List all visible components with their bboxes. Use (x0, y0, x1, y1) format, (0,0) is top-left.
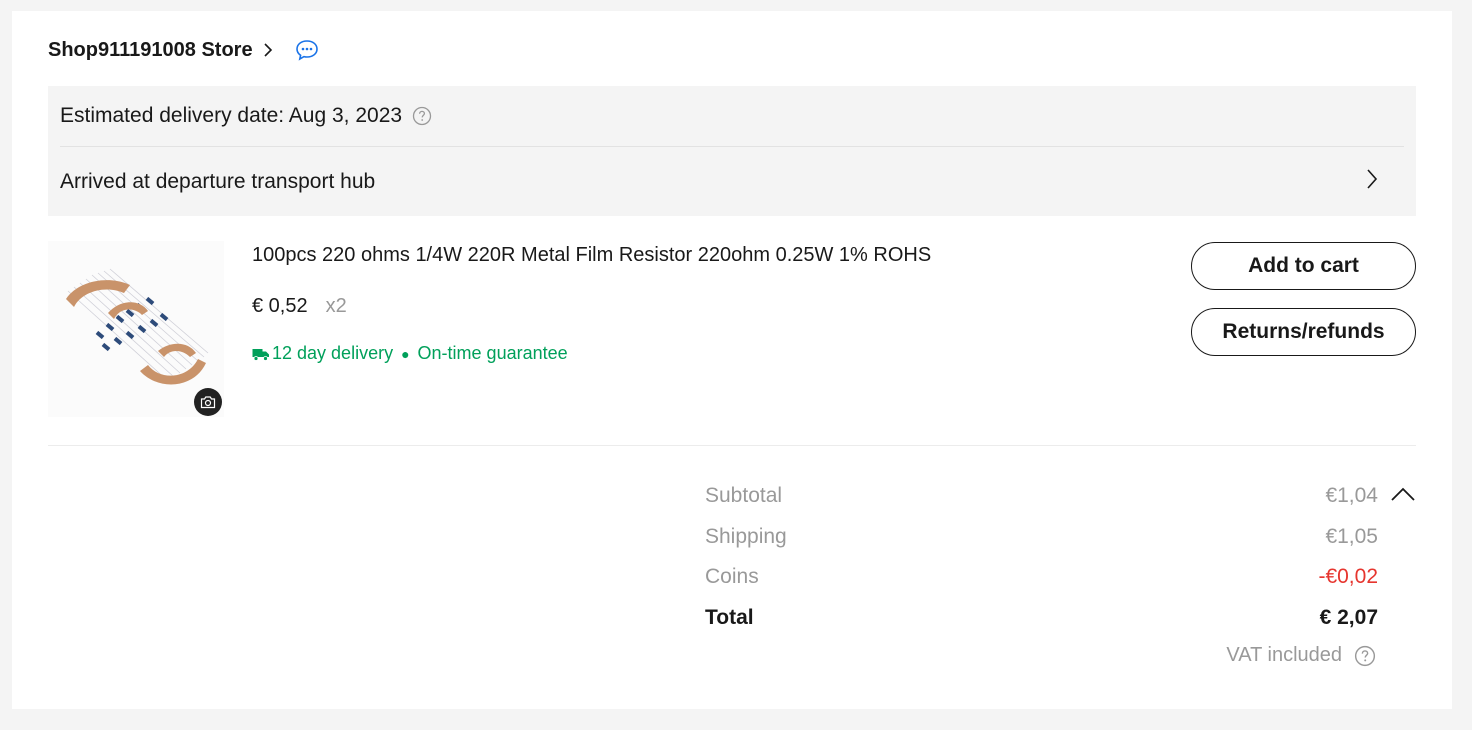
subtotal-label: Subtotal (705, 484, 783, 507)
shipping-info: 12 day delivery ● On-time guarantee (252, 343, 568, 364)
vat-included: VAT included (1226, 644, 1342, 666)
chevron-up-icon[interactable] (1391, 487, 1415, 501)
shipping-value: €1,05 (1325, 525, 1378, 548)
separator-dot: ● (401, 345, 410, 362)
product-title[interactable]: 100pcs 220 ohms 1/4W 220R Metal Film Res… (252, 244, 931, 267)
store-name[interactable]: Shop911191008 Store (48, 39, 253, 62)
product-price: € 0,52 (252, 295, 308, 317)
product-image[interactable] (48, 241, 224, 417)
vat-row: VAT included (1226, 644, 1376, 667)
returns-refunds-button[interactable]: Returns/refunds (1191, 308, 1416, 356)
coins-label: Coins (705, 565, 759, 588)
shipping-label: Shipping (705, 525, 787, 548)
on-time-guarantee[interactable]: On-time guarantee (418, 343, 568, 364)
help-icon[interactable] (1354, 645, 1376, 667)
add-to-cart-button[interactable]: Add to cart (1191, 242, 1416, 290)
tracking-status-row[interactable]: Arrived at departure transport hub (48, 147, 1416, 216)
chevron-right-icon[interactable] (263, 42, 273, 58)
total-value: € 2,07 (1319, 606, 1378, 629)
total-label: Total (705, 606, 754, 629)
truck-icon (252, 347, 270, 361)
coins-value: -€0,02 (1318, 565, 1378, 588)
store-header[interactable]: Shop911191008 Store (48, 37, 319, 63)
order-card: Shop911191008 Store Estimated delivery d… (12, 11, 1452, 709)
chat-icon[interactable] (295, 39, 319, 61)
help-icon[interactable] (412, 106, 432, 126)
estimated-delivery-text: Estimated delivery date: Aug 3, 2023 (60, 104, 403, 127)
product-quantity: x2 (325, 295, 347, 317)
chevron-right-icon[interactable] (1366, 168, 1378, 196)
total-row: Total € 2,07 (705, 603, 1378, 633)
delivery-info: Estimated delivery date: Aug 3, 2023 Arr… (48, 86, 1416, 216)
delivery-time: 12 day delivery (272, 343, 394, 363)
subtotal-row: Subtotal €1,04 (705, 481, 1378, 511)
shipping-row: Shipping €1,05 (705, 522, 1378, 552)
section-divider (48, 445, 1416, 446)
tracking-status: Arrived at departure transport hub (60, 169, 376, 193)
price-row: € 0,52 x2 (252, 295, 347, 318)
camera-icon[interactable] (194, 388, 222, 416)
coins-row: Coins -€0,02 (705, 562, 1378, 592)
estimated-delivery: Estimated delivery date: Aug 3, 2023 (60, 86, 432, 146)
subtotal-value: €1,04 (1325, 484, 1378, 507)
